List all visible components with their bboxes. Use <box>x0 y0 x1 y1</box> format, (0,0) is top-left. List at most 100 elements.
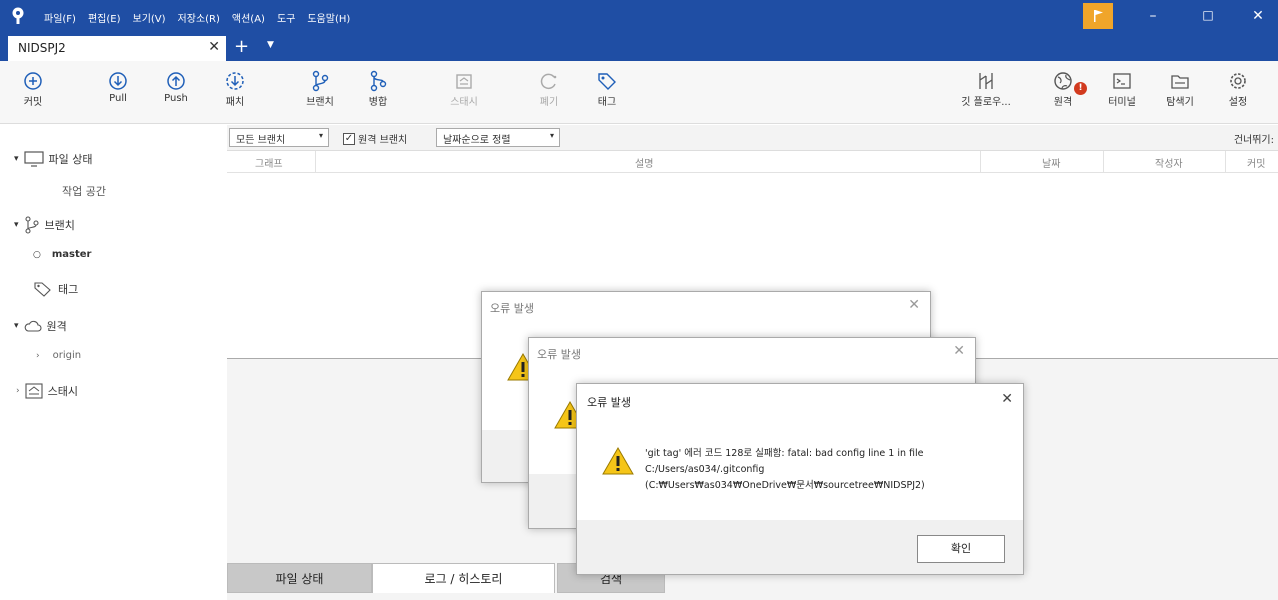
discard-button[interactable]: 폐기 <box>526 69 572 108</box>
sidebar-remotes-label: 원격 <box>46 320 67 333</box>
branch-icon <box>297 69 343 93</box>
sidebar-branches-label: 브랜치 <box>44 219 75 232</box>
minimize-button[interactable]: – <box>1143 8 1163 24</box>
tab-close-icon[interactable]: ✕ <box>208 39 220 55</box>
col-commit[interactable]: 커밋 <box>1247 155 1265 170</box>
dialog-close-button[interactable]: ✕ <box>1001 391 1013 407</box>
ok-button[interactable]: 확인 <box>917 535 1005 563</box>
branch-label: 브랜치 <box>306 97 334 108</box>
column-divider[interactable] <box>315 151 316 173</box>
col-graph[interactable]: 그래프 <box>255 155 283 170</box>
settings-button[interactable]: 설정 <box>1215 69 1261 108</box>
gitflow-icon <box>954 69 1018 93</box>
explorer-label: 탐색기 <box>1166 97 1194 108</box>
pull-label: Pull <box>109 93 127 104</box>
sidebar-branches[interactable]: ▾ 브랜치 <box>14 216 75 234</box>
col-date[interactable]: 날짜 <box>1042 155 1060 170</box>
merge-button[interactable]: 병합 <box>355 69 401 108</box>
branch-button[interactable]: 브랜치 <box>297 69 343 108</box>
fetch-icon <box>212 69 258 93</box>
dialog-close-button[interactable]: ✕ <box>908 297 920 313</box>
column-divider[interactable] <box>980 151 981 173</box>
dialog-footer: 확인 <box>577 520 1023 574</box>
sort-select[interactable]: 날짜순으로 정렬 ▾ <box>436 128 560 147</box>
chevron-down-icon: ▾ <box>14 321 19 331</box>
checkbox-checked-icon: ✓ <box>343 132 355 145</box>
menu-help[interactable]: 도움말(H) <box>307 10 350 25</box>
toolbar: 커밋 Pull Push 패치 브랜치 병합 스태시 폐기 태그 깃 플로우..… <box>0 61 1278 124</box>
tab-label: NIDSPJ2 <box>18 41 66 55</box>
sourcetree-logo-icon <box>12 7 24 24</box>
col-author[interactable]: 작성자 <box>1155 155 1183 170</box>
settings-label: 설정 <box>1228 97 1248 108</box>
tag-button[interactable]: 태그 <box>584 69 630 108</box>
maximize-button[interactable]: □ <box>1198 8 1218 22</box>
show-remote-branches-checkbox[interactable]: ✓ 원격 브랜치 <box>343 131 407 146</box>
chevron-down-icon: ▾ <box>14 220 19 230</box>
sidebar-item-master[interactable]: ○ master <box>33 249 91 260</box>
skip-label: 건너뛰기: <box>1233 135 1274 146</box>
add-tab-button[interactable]: + <box>234 36 249 57</box>
gitflow-button[interactable]: 깃 플로우... <box>954 69 1018 108</box>
terminal-icon <box>1099 69 1145 93</box>
error-message-line-3: (C:₩Users₩as034₩OneDrive₩문서₩sourcetree₩N… <box>645 480 925 491</box>
pull-button[interactable]: Pull <box>95 69 141 104</box>
error-message-line-1: 'git tag' 에러 코드 128로 실패함: fatal: bad con… <box>645 448 924 459</box>
branch-filter-select[interactable]: 모든 브랜치 ▾ <box>229 128 329 147</box>
current-branch-icon: ○ <box>33 249 41 260</box>
commit-label: 커밋 <box>23 97 43 108</box>
dialog-close-button[interactable]: ✕ <box>953 343 965 359</box>
tab-dropdown-icon[interactable]: ▼ <box>267 40 274 50</box>
flag-button[interactable] <box>1083 3 1113 29</box>
terminal-button[interactable]: 터미널 <box>1099 69 1145 108</box>
stash-icon <box>441 69 487 93</box>
show-remote-label: 원격 브랜치 <box>358 135 408 146</box>
remote-alert-badge: ! <box>1074 82 1087 95</box>
menu-repository[interactable]: 저장소(R) <box>178 10 220 25</box>
menu-file[interactable]: 파일(F) <box>44 10 76 25</box>
sidebar-tags[interactable]: 태그 <box>33 281 78 297</box>
tab-bar: NIDSPJ2 ✕ <box>0 33 1278 61</box>
title-bar: 파일(F) 편집(E) 보기(V) 저장소(R) 액션(A) 도구 도움말(H)… <box>0 0 1278 33</box>
sidebar-file-status[interactable]: ▾ 파일 상태 <box>14 151 93 167</box>
push-label: Push <box>164 93 188 104</box>
tag-icon <box>584 69 630 93</box>
discard-label: 폐기 <box>539 97 559 108</box>
sidebar-remotes[interactable]: ▾ 원격 <box>14 318 67 334</box>
commit-button[interactable]: 커밋 <box>10 69 56 108</box>
close-button[interactable]: ✕ <box>1248 8 1268 24</box>
sidebar-item-workspace[interactable]: 작업 공간 <box>62 183 106 199</box>
sort-value: 날짜순으로 정렬 <box>443 135 511 146</box>
tag-label: 태그 <box>597 97 617 108</box>
menu-actions[interactable]: 액션(A) <box>232 10 265 25</box>
tag-icon <box>34 282 51 297</box>
branch-icon <box>24 216 39 234</box>
explorer-button[interactable]: 탐색기 <box>1157 69 1203 108</box>
chevron-right-icon: › <box>36 350 40 361</box>
fetch-button[interactable]: 패치 <box>212 69 258 108</box>
error-dialog: 오류 발생 ✕ 'git tag' 에러 코드 128로 실패함: fatal:… <box>576 383 1024 575</box>
sidebar-stashes[interactable]: › 스태시 <box>16 383 78 399</box>
sidebar-stashes-label: 스태시 <box>47 385 78 398</box>
pull-icon <box>95 69 141 93</box>
tab-nidspj2[interactable]: NIDSPJ2 ✕ <box>8 36 226 61</box>
dialog-title: 오류 발생 <box>490 302 534 315</box>
column-divider[interactable] <box>1225 151 1226 173</box>
tab-file-status[interactable]: 파일 상태 <box>227 563 372 593</box>
stash-label: 스태시 <box>450 97 478 108</box>
push-button[interactable]: Push <box>153 69 199 104</box>
menu-edit[interactable]: 편집(E) <box>88 10 121 25</box>
menu-tools[interactable]: 도구 <box>277 10 295 25</box>
menu-view[interactable]: 보기(V) <box>133 10 166 25</box>
col-description[interactable]: 설명 <box>635 155 653 170</box>
monitor-icon <box>23 151 44 167</box>
chevron-down-icon: ▾ <box>549 131 554 140</box>
error-message-line-2: C:/Users/as034/.gitconfig <box>645 464 765 475</box>
sidebar-item-origin[interactable]: › origin <box>36 350 81 361</box>
stash-button[interactable]: 스태시 <box>441 69 487 108</box>
chevron-down-icon: ▾ <box>14 154 19 164</box>
fetch-label: 패치 <box>225 97 245 108</box>
tab-log-history[interactable]: 로그 / 히스토리 <box>372 563 555 593</box>
dialog-title: 오류 발생 <box>537 348 581 361</box>
column-divider[interactable] <box>1103 151 1104 173</box>
